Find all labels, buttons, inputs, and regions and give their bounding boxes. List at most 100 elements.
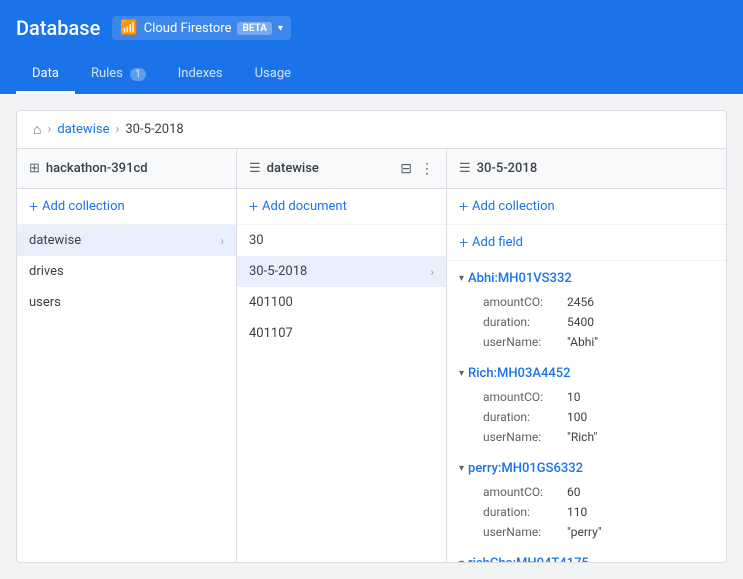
home-icon[interactable]: ⌂ bbox=[33, 121, 41, 138]
more-icon[interactable]: ⋮ bbox=[420, 161, 434, 177]
documents-header: ☰ datewise ⊟ ⋮ bbox=[237, 149, 446, 189]
chevron-down-icon[interactable]: ▾ bbox=[278, 23, 283, 34]
add-document-label: Add document bbox=[262, 199, 347, 214]
doc-item-30[interactable]: 30 bbox=[237, 225, 446, 256]
doc-label-401100: 401100 bbox=[249, 295, 293, 310]
field-group-header-1[interactable]: ▾ Rich:MH03A4452 bbox=[447, 360, 726, 387]
collection-item-users[interactable]: users bbox=[17, 287, 236, 318]
fields-header: ☰ 30-5-2018 bbox=[447, 149, 726, 189]
field-key-1-2: userName: bbox=[483, 430, 563, 444]
collections-column: ⊞ hackathon-391cd + Add collection datew… bbox=[17, 149, 237, 562]
field-key-1-1: duration: bbox=[483, 410, 563, 424]
doc-label-30-5-2018: 30-5-2018 bbox=[249, 264, 307, 279]
collection-item-drives[interactable]: drives bbox=[17, 256, 236, 287]
breadcrumb-sep-2: › bbox=[115, 122, 119, 137]
tab-indexes[interactable]: Indexes bbox=[162, 56, 239, 94]
field-value-2-1: 110 bbox=[567, 505, 587, 519]
add-field-button[interactable]: + Add field bbox=[447, 225, 726, 261]
documents-title: datewise bbox=[267, 161, 319, 176]
field-value-2-0: 60 bbox=[567, 485, 581, 499]
add-collection-fields-label: Add collection bbox=[472, 199, 555, 214]
columns-container: ⊞ hackathon-391cd + Add collection datew… bbox=[17, 149, 726, 562]
documents-column: ☰ datewise ⊟ ⋮ + Add document 30 bbox=[237, 149, 447, 562]
collection-item-datewise[interactable]: datewise › bbox=[17, 225, 236, 256]
breadcrumb: ⌂ › datewise › 30-5-2018 bbox=[17, 111, 726, 149]
field-row-2-0: amountCO: 60 bbox=[447, 482, 726, 502]
field-group-3: ▾ rishCha:MH04T4175 amountCO: 489 durati… bbox=[447, 546, 726, 562]
field-row-2-2: userName: "perry" bbox=[447, 522, 726, 542]
collection-label-datewise: datewise bbox=[29, 233, 81, 248]
field-value-0-2: "Abhi" bbox=[567, 335, 598, 349]
wifi-icon: 📶 bbox=[120, 20, 137, 36]
breadcrumb-datewise[interactable]: datewise bbox=[57, 122, 109, 137]
field-key-0-1: duration: bbox=[483, 315, 563, 329]
field-key-2-0: amountCO: bbox=[483, 485, 563, 499]
field-value-0-1: 5400 bbox=[567, 315, 594, 329]
field-key-2-1: duration: bbox=[483, 505, 563, 519]
tab-usage[interactable]: Usage bbox=[239, 56, 307, 94]
add-field-label: Add field bbox=[472, 235, 523, 250]
field-group-label-3: rishCha:MH04T4175 bbox=[468, 556, 589, 562]
fields-title: 30-5-2018 bbox=[477, 161, 538, 176]
field-row-0-1: duration: 5400 bbox=[447, 312, 726, 332]
doc-item-30-5-2018[interactable]: 30-5-2018 › bbox=[237, 256, 446, 287]
breadcrumb-date: 30-5-2018 bbox=[125, 122, 183, 137]
field-group-label-0: Abhi:MH01VS332 bbox=[468, 271, 572, 286]
add-collection-fields-plus-icon: + bbox=[459, 197, 468, 216]
collections-db-icon: ⊞ bbox=[29, 161, 40, 176]
fields-list-icon: ☰ bbox=[459, 161, 471, 176]
field-row-1-2: userName: "Rich" bbox=[447, 427, 726, 447]
field-row-0-0: amountCO: 2456 bbox=[447, 292, 726, 312]
doc-item-401100[interactable]: 401100 bbox=[237, 287, 446, 318]
triangle-down-icon-1: ▾ bbox=[459, 368, 464, 379]
field-group-header-0[interactable]: ▾ Abhi:MH01VS332 bbox=[447, 265, 726, 292]
main-content: ⌂ › datewise › 30-5-2018 ⊞ hackathon-391… bbox=[0, 94, 743, 579]
chevron-right-icon: › bbox=[220, 234, 224, 248]
field-value-0-0: 2456 bbox=[567, 295, 594, 309]
field-group-1: ▾ Rich:MH03A4452 amountCO: 10 duration: … bbox=[447, 356, 726, 451]
field-row-1-1: duration: 100 bbox=[447, 407, 726, 427]
triangle-down-icon-2: ▾ bbox=[459, 463, 464, 474]
triangle-down-icon-3: ▾ bbox=[459, 558, 464, 562]
add-collection-fields-button[interactable]: + Add collection bbox=[447, 189, 726, 225]
field-key-1-0: amountCO: bbox=[483, 390, 563, 404]
rules-badge: 1 bbox=[130, 68, 146, 81]
doc-item-401107[interactable]: 401107 bbox=[237, 318, 446, 349]
add-collection-label: Add collection bbox=[42, 199, 125, 214]
field-row-1-0: amountCO: 10 bbox=[447, 387, 726, 407]
field-group-header-3[interactable]: ▾ rishCha:MH04T4175 bbox=[447, 550, 726, 562]
nav-tabs: Data Rules 1 Indexes Usage bbox=[0, 56, 743, 94]
field-group-header-2[interactable]: ▾ perry:MH01GS6332 bbox=[447, 455, 726, 482]
service-badge[interactable]: 📶 Cloud Firestore BETA ▾ bbox=[112, 16, 291, 40]
chevron-right-icon-doc: › bbox=[430, 265, 434, 279]
field-group-2: ▾ perry:MH01GS6332 amountCO: 60 duration… bbox=[447, 451, 726, 546]
add-collection-plus-icon: + bbox=[29, 197, 38, 216]
collections-list: datewise › drives users bbox=[17, 225, 236, 562]
service-name: Cloud Firestore bbox=[144, 21, 232, 36]
field-group-label-2: perry:MH01GS6332 bbox=[468, 461, 583, 476]
tab-data[interactable]: Data bbox=[16, 56, 75, 94]
field-row-2-1: duration: 110 bbox=[447, 502, 726, 522]
add-document-button[interactable]: + Add document bbox=[237, 189, 446, 225]
triangle-down-icon-0: ▾ bbox=[459, 273, 464, 284]
field-value-1-0: 10 bbox=[567, 390, 581, 404]
collections-header: ⊞ hackathon-391cd bbox=[17, 149, 236, 189]
field-key-2-2: userName: bbox=[483, 525, 563, 539]
doc-label-30: 30 bbox=[249, 233, 264, 248]
filter-icon[interactable]: ⊟ bbox=[400, 161, 412, 177]
documents-list: 30 30-5-2018 › 401100 401107 bbox=[237, 225, 446, 562]
tab-rules[interactable]: Rules 1 bbox=[75, 56, 162, 94]
add-document-plus-icon: + bbox=[249, 197, 258, 216]
collection-label-users: users bbox=[29, 295, 61, 310]
field-group-0: ▾ Abhi:MH01VS332 amountCO: 2456 duration… bbox=[447, 261, 726, 356]
add-field-plus-icon: + bbox=[459, 233, 468, 252]
documents-list-icon: ☰ bbox=[249, 161, 261, 176]
collection-label-drives: drives bbox=[29, 264, 64, 279]
field-key-0-0: amountCO: bbox=[483, 295, 563, 309]
doc-label-401107: 401107 bbox=[249, 326, 293, 341]
top-bar: Database 📶 Cloud Firestore BETA ▾ bbox=[0, 0, 743, 56]
add-collection-button[interactable]: + Add collection bbox=[17, 189, 236, 225]
fields-column: ☰ 30-5-2018 + Add collection + Add field… bbox=[447, 149, 726, 562]
field-group-label-1: Rich:MH03A4452 bbox=[468, 366, 570, 381]
breadcrumb-sep-1: › bbox=[47, 122, 51, 137]
